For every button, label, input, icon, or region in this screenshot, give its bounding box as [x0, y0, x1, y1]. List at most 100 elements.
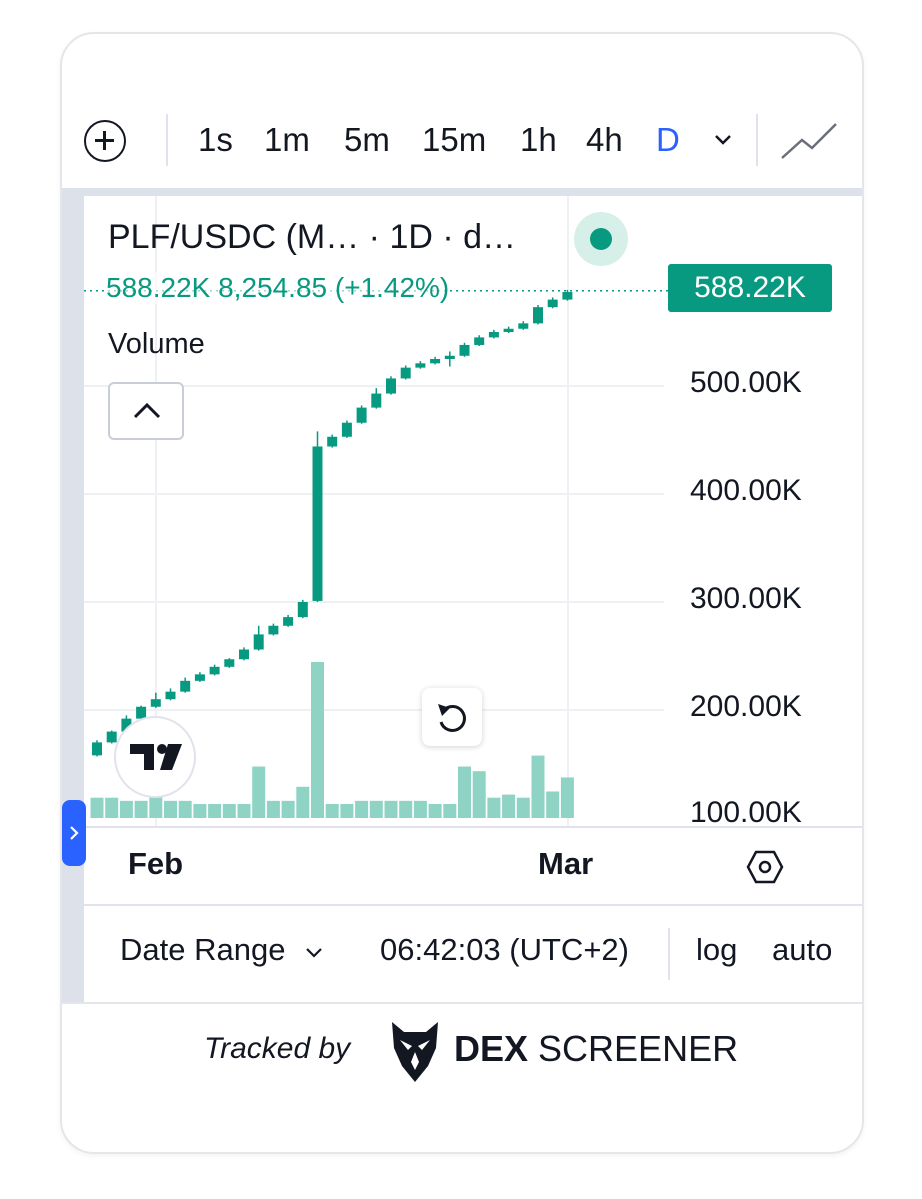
status-dot-icon — [590, 228, 612, 250]
bottom-divider — [668, 928, 670, 980]
candle-body — [547, 299, 558, 308]
candle-body — [430, 359, 441, 364]
tradingview-logo-icon[interactable] — [114, 716, 196, 798]
volume-bar — [487, 797, 501, 818]
volume-bar — [266, 800, 280, 818]
candle-body — [194, 674, 205, 681]
volume-bar — [281, 800, 295, 818]
dexscreener-brand[interactable]: DEX SCREENER — [454, 1028, 738, 1070]
market-status-indicator — [574, 212, 628, 266]
candle-body — [415, 363, 426, 368]
x-tick-label: Feb — [128, 846, 184, 881]
volume-bar — [252, 766, 266, 818]
bottom-toolbar: Date Range 06:42:03 (UTC+2) log auto — [84, 904, 862, 1004]
volume-bar — [208, 803, 222, 818]
candle-body — [356, 407, 367, 423]
chevron-down-icon — [306, 948, 322, 958]
candle-body — [503, 328, 514, 332]
brand-bold: DEX — [454, 1028, 529, 1069]
y-tick-label: 300.00K — [690, 582, 802, 615]
auto-scale-toggle[interactable]: auto — [772, 932, 832, 968]
volume-bar — [531, 755, 545, 818]
volume-bar — [325, 803, 339, 818]
volume-bar — [222, 803, 236, 818]
volume-bar — [369, 800, 383, 818]
volume-bar — [119, 800, 133, 818]
toolbar-divider — [756, 114, 758, 166]
volume-bar — [296, 786, 310, 818]
log-scale-toggle[interactable]: log — [696, 932, 737, 968]
sidebar-toggle-handle[interactable] — [62, 800, 86, 866]
candle-body — [180, 680, 191, 692]
interval-1m[interactable]: 1m — [264, 120, 310, 160]
volume-bar — [413, 800, 427, 818]
candle-body — [209, 666, 220, 675]
footer: Tracked by DEX SCREENER — [62, 1002, 862, 1152]
tradingview-mark — [130, 744, 182, 770]
toolbar-divider — [166, 114, 168, 166]
candle-body — [474, 337, 485, 345]
y-tick-label: 500.00K — [690, 366, 802, 399]
candle-body — [312, 446, 323, 601]
volume-bar — [458, 766, 471, 818]
volume-label: Volume — [108, 328, 205, 360]
dexscreener-owl-icon — [392, 1022, 438, 1082]
chart-pane[interactable]: PLF/USDC (M… · 1D · d… 588.22K 8,254.85 … — [84, 196, 862, 1002]
settings-icon[interactable] — [746, 848, 784, 886]
volume-bar — [105, 797, 119, 818]
volume-bar — [178, 800, 192, 818]
volume-bar — [443, 803, 457, 818]
interval-4h[interactable]: 4h — [586, 120, 623, 160]
interval-15m[interactable]: 15m — [422, 120, 486, 160]
candle-body — [297, 602, 308, 618]
chevron-right-icon — [70, 826, 79, 840]
chart-frame: PLF/USDC (M… · 1D · d… 588.22K 8,254.85 … — [62, 188, 862, 1002]
candle-body — [518, 323, 529, 329]
volume-bar — [164, 800, 177, 818]
add-indicator-icon[interactable] — [84, 120, 126, 162]
candle-body — [459, 344, 470, 356]
candle-body — [386, 378, 396, 394]
candle-body — [253, 634, 264, 650]
candle-body — [92, 742, 102, 756]
candle-body — [533, 307, 543, 324]
candle-body — [488, 332, 499, 338]
time-axis[interactable]: Feb Mar — [84, 826, 862, 906]
volume-bar — [311, 662, 324, 818]
interval-5m[interactable]: 5m — [344, 120, 390, 160]
clock-time[interactable]: 06:42:03 (UTC+2) — [380, 932, 629, 968]
volume-bar — [355, 800, 369, 818]
volume-bar — [428, 803, 442, 818]
y-tick-label: 100.00K — [690, 796, 802, 824]
candle-body — [400, 367, 411, 379]
tracked-by-label: Tracked by — [204, 1032, 351, 1065]
brand-rest: SCREENER — [528, 1028, 739, 1069]
date-range-button[interactable]: Date Range — [120, 932, 324, 968]
volume-bar — [502, 794, 516, 818]
reset-icon — [438, 704, 466, 732]
interval-d[interactable]: D — [656, 120, 680, 160]
interval-1s[interactable]: 1s — [198, 120, 233, 160]
volume-bar — [546, 791, 560, 818]
chevron-up-icon — [133, 402, 161, 419]
y-tick-label: 400.00K — [690, 474, 802, 507]
date-range-label: Date Range — [120, 932, 286, 967]
volume-bar — [472, 771, 486, 818]
ohlc-values: 588.22K 8,254.85 (+1.42%) — [106, 272, 450, 304]
chart-toolbar: 1s 1m 5m 15m 1h 4h D — [62, 114, 862, 188]
candle-body — [327, 436, 338, 447]
symbol-title[interactable]: PLF/USDC (M… · 1D · d… — [108, 218, 516, 257]
volume-bar — [340, 803, 354, 818]
candle-body — [165, 691, 176, 700]
interval-1h[interactable]: 1h — [520, 120, 557, 160]
candle-body — [239, 649, 249, 660]
candle-body — [283, 617, 294, 626]
volume-bar — [516, 797, 530, 818]
chevron-down-icon[interactable] — [712, 128, 734, 150]
reset-chart-button[interactable] — [422, 688, 482, 746]
collapse-legend-button[interactable] — [108, 382, 184, 440]
x-tick-label: Mar — [538, 846, 594, 881]
volume-bar — [134, 800, 148, 818]
chart-card: 1s 1m 5m 15m 1h 4h D PLF/USDC (M… · 1D ·… — [60, 32, 864, 1154]
line-chart-icon[interactable] — [780, 118, 838, 162]
